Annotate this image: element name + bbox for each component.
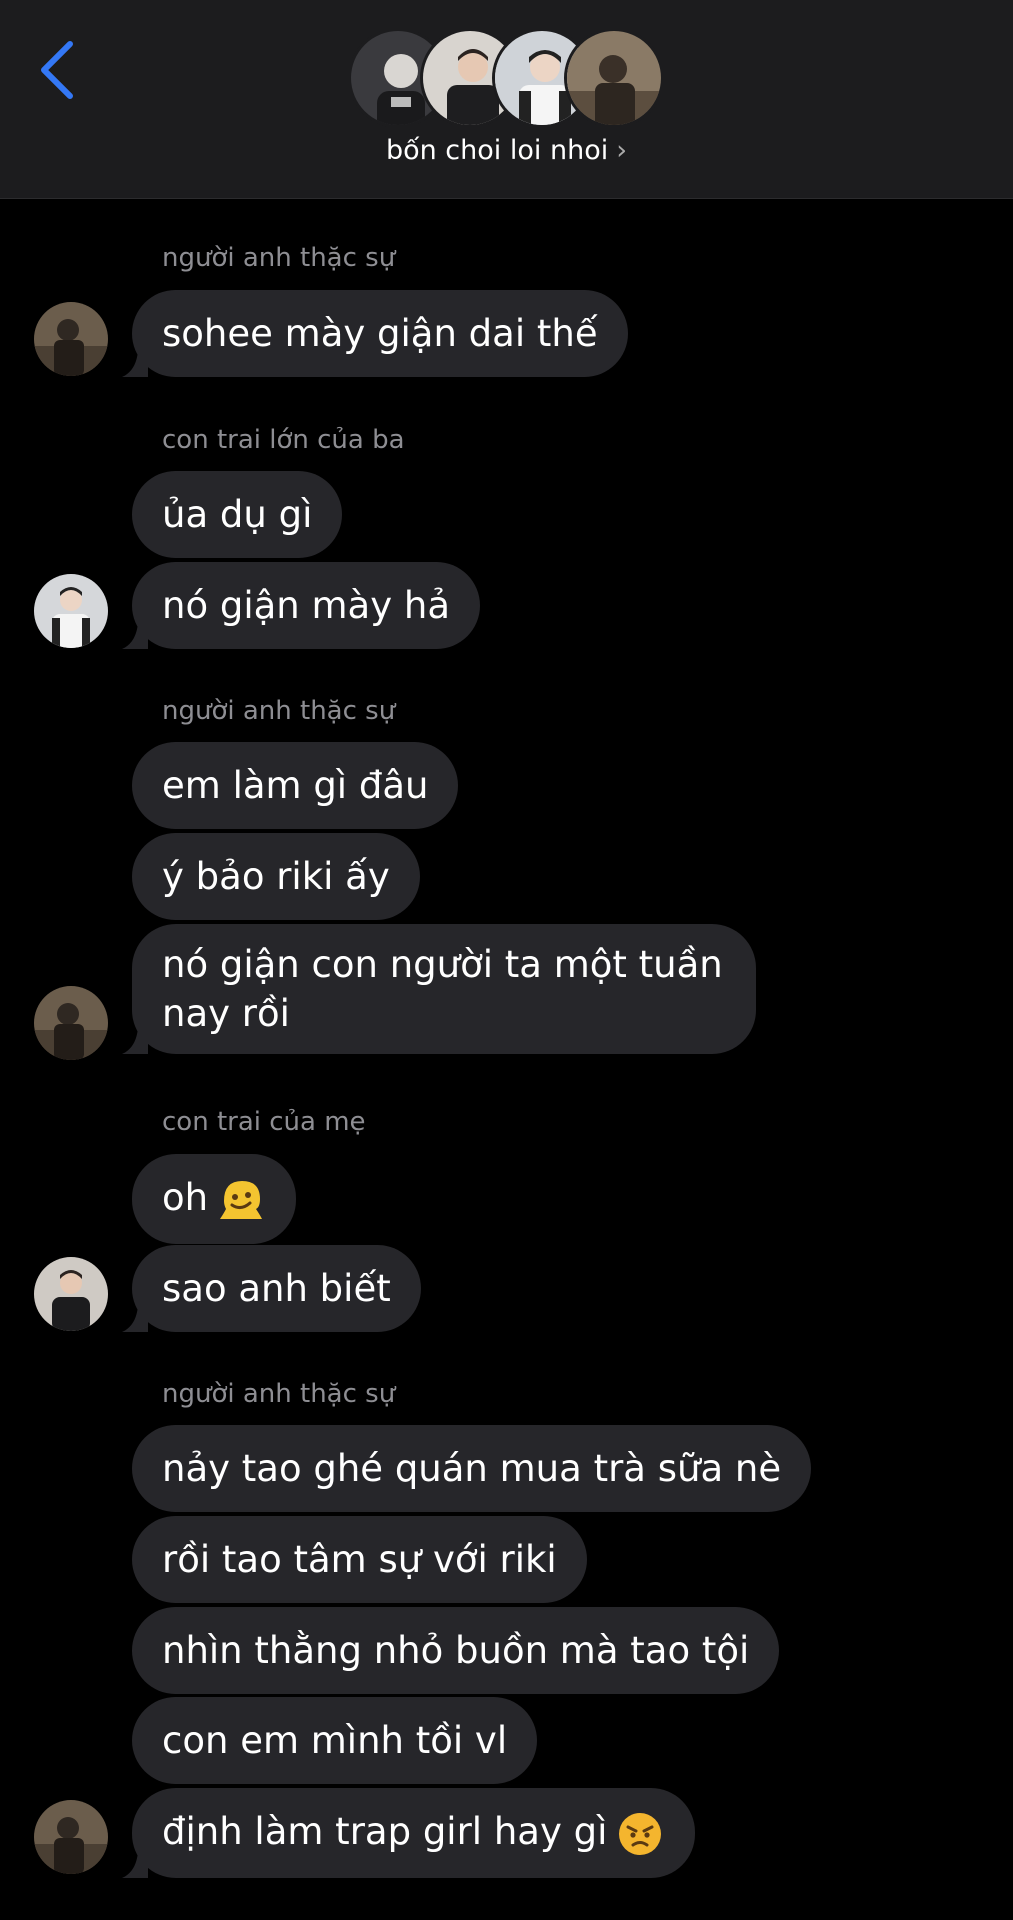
message-text: nó giận con người ta một tuần nay rồi [162, 943, 723, 1035]
group-avatar-4 [564, 28, 664, 128]
chevron-right-icon: › [616, 135, 628, 166]
back-button[interactable] [30, 36, 90, 100]
message-text: định làm trap girl hay gì [162, 1810, 608, 1853]
message-text: em làm gì đâu [162, 764, 429, 807]
message-bubble[interactable]: rồi tao tâm sự với riki [132, 1516, 587, 1603]
message-text: nhìn thằng nhỏ buồn mà tao tội [162, 1629, 750, 1672]
chat-screen: bốn choi loi nhoi › người anh thặc sự soh… [0, 0, 1013, 1920]
message-bubble[interactable]: con em mình tồi vl [132, 1697, 538, 1784]
bubble-tail [122, 1306, 148, 1332]
sender-name: người anh thặc sự [162, 243, 396, 273]
avatar-con-trai-lon[interactable] [34, 574, 108, 648]
bubble-tail [122, 351, 148, 377]
message-text: nảy tao ghé quán mua trà sữa nè [162, 1447, 782, 1490]
message-bubble[interactable]: nhìn thằng nhỏ buồn mà tao tội [132, 1607, 780, 1694]
message-text: rồi tao tâm sự với riki [162, 1538, 557, 1581]
message-bubble[interactable]: sao anh biết [122, 1245, 421, 1332]
bubble-tail [122, 1028, 148, 1054]
message-text: sohee mày giận dai thế [162, 312, 598, 355]
message-text: ủa dụ gì [162, 493, 313, 536]
message-bubble[interactable]: nảy tao ghé quán mua trà sữa nè [132, 1425, 812, 1512]
bubble-tail [122, 623, 148, 649]
sender-name: người anh thặc sự [162, 1379, 396, 1409]
chevron-left-icon [41, 41, 73, 99]
avatar-nguoi-anh[interactable] [34, 1800, 108, 1874]
message-bubble[interactable]: em làm gì đâu [132, 742, 459, 829]
group-title-text: bốn choi loi nhoi [385, 135, 609, 166]
message-text: oh [162, 1176, 209, 1219]
chat-header: bốn choi loi nhoi › [0, 0, 1013, 199]
avatar-con-trai-cua-me[interactable] [34, 1257, 108, 1331]
message-text: ý bảo riki ấy [162, 855, 390, 898]
message-bubble[interactable]: ý bảo riki ấy [132, 833, 420, 920]
message-bubble[interactable]: nó giận mày hả [122, 562, 480, 649]
group-title[interactable]: bốn choi loi nhoi › [0, 135, 1013, 166]
message-text: nó giận mày hả [162, 584, 450, 627]
message-bubble[interactable]: nó giận con người ta một tuần nay rồi [122, 924, 756, 1054]
message-bubble[interactable]: ủa dụ gì [132, 471, 343, 558]
melting-face-emoji [216, 1175, 266, 1225]
bubble-tail [122, 1851, 148, 1878]
sender-name: con trai của mẹ [162, 1107, 366, 1137]
avatar-nguoi-anh[interactable] [34, 302, 108, 376]
message-text: sao anh biết [162, 1267, 391, 1310]
message-bubble[interactable]: oh [132, 1154, 297, 1244]
avatar-nguoi-anh[interactable] [34, 986, 108, 1060]
angry-face-emoji [615, 1809, 665, 1859]
message-text: con em mình tồi vl [162, 1719, 508, 1762]
sender-name: người anh thặc sự [162, 696, 396, 726]
group-avatars[interactable] [348, 28, 668, 128]
message-bubble[interactable]: sohee mày giận dai thế [122, 290, 628, 377]
message-bubble[interactable]: định làm trap girl hay gì [122, 1788, 696, 1878]
sender-name: con trai lớn của ba [162, 425, 405, 455]
